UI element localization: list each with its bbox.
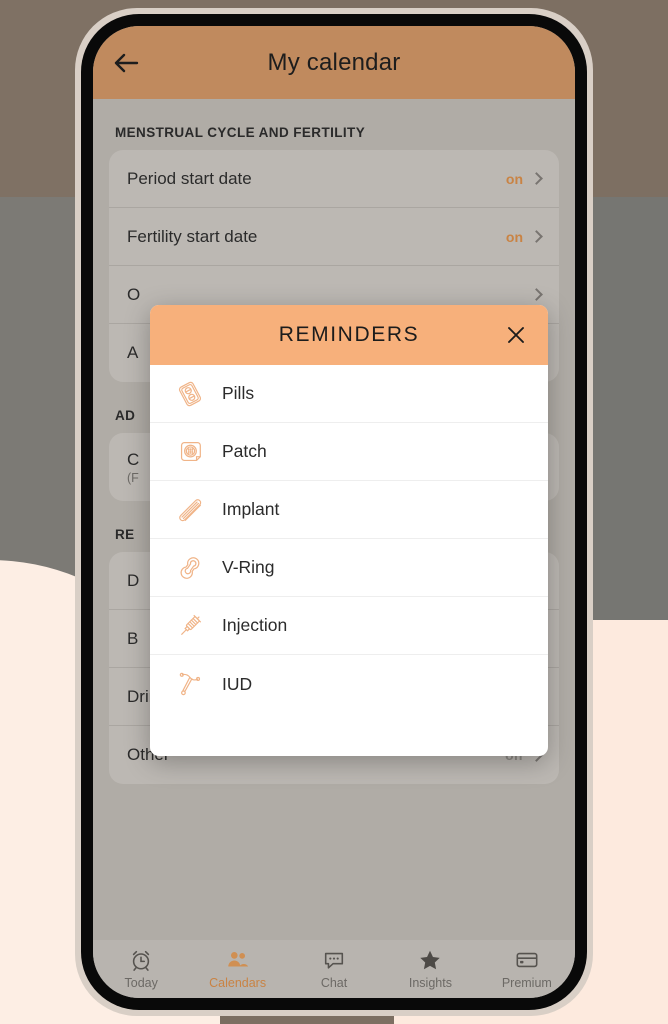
modal-title: REMINDERS bbox=[278, 323, 420, 346]
row-label: O bbox=[127, 284, 141, 304]
phone-bezel: My calendar MENSTRUAL CYCLE AND FERTILIT… bbox=[81, 14, 587, 1010]
table-row[interactable]: Period start date on bbox=[109, 150, 559, 208]
list-item-label: Patch bbox=[222, 441, 267, 461]
list-item[interactable]: IUD bbox=[150, 655, 548, 713]
iud-icon bbox=[170, 664, 210, 704]
patch-icon bbox=[170, 432, 210, 472]
implant-icon bbox=[170, 490, 210, 530]
chevron-right-icon bbox=[530, 172, 543, 185]
bottom-navigation: Today Calendars Chat Insights Premium bbox=[93, 940, 575, 998]
chat-bubble-icon bbox=[324, 952, 344, 969]
row-value: on bbox=[505, 228, 523, 245]
phone-screen: My calendar MENSTRUAL CYCLE AND FERTILIT… bbox=[93, 26, 575, 998]
modal-header: REMINDERS bbox=[150, 305, 548, 365]
nav-item-premium[interactable]: Premium bbox=[479, 940, 575, 998]
list-item[interactable]: Injection bbox=[150, 597, 548, 655]
close-icon bbox=[508, 327, 524, 343]
table-row[interactable]: Fertility start date on bbox=[109, 208, 559, 266]
nav-item-insights[interactable]: Insights bbox=[382, 940, 478, 998]
nav-label: Chat bbox=[320, 976, 348, 990]
nav-item-chat[interactable]: Chat bbox=[286, 940, 382, 998]
list-item[interactable]: Pills bbox=[150, 365, 548, 423]
list-item-label: Implant bbox=[222, 499, 280, 519]
close-button[interactable] bbox=[502, 321, 530, 349]
list-item-label: Injection bbox=[222, 615, 288, 635]
nav-label: Insights bbox=[408, 976, 452, 990]
section-header-menstrual: MENSTRUAL CYCLE AND FERTILITY bbox=[115, 125, 366, 140]
row-label-main: C bbox=[127, 449, 140, 469]
people-icon bbox=[227, 952, 248, 967]
alarm-clock-icon bbox=[133, 950, 150, 971]
phone-frame: My calendar MENSTRUAL CYCLE AND FERTILIT… bbox=[75, 8, 593, 1016]
list-item[interactable]: Implant bbox=[150, 481, 548, 539]
card-icon bbox=[516, 952, 538, 968]
list-item-label: V-Ring bbox=[222, 557, 275, 577]
pills-icon bbox=[170, 374, 210, 414]
chevron-right-icon bbox=[530, 288, 543, 301]
nav-label: Calendars bbox=[209, 976, 267, 990]
list-item-label: IUD bbox=[222, 673, 253, 694]
list-item[interactable]: Patch bbox=[150, 423, 548, 481]
injection-icon bbox=[170, 606, 210, 646]
vring-icon bbox=[170, 548, 210, 588]
row-label: Period start date bbox=[127, 168, 252, 188]
page-title: My calendar bbox=[267, 48, 401, 76]
arrow-left-icon bbox=[114, 53, 139, 72]
nav-label: Premium bbox=[501, 976, 552, 990]
reminders-modal: REMINDERS Pills Patch Implant V-Ring Inj… bbox=[150, 305, 548, 756]
row-label: Fertility start date bbox=[127, 226, 258, 246]
star-icon bbox=[420, 950, 441, 970]
back-button[interactable] bbox=[111, 48, 141, 78]
chevron-right-icon bbox=[530, 230, 543, 243]
nav-item-calendars[interactable]: Calendars bbox=[189, 940, 285, 998]
list-item[interactable]: V-Ring bbox=[150, 539, 548, 597]
app-header: My calendar bbox=[93, 26, 575, 99]
nav-item-today[interactable]: Today bbox=[93, 940, 189, 998]
nav-label: Today bbox=[124, 976, 158, 990]
row-value: on bbox=[505, 170, 523, 187]
list-item-label: Pills bbox=[222, 383, 255, 403]
